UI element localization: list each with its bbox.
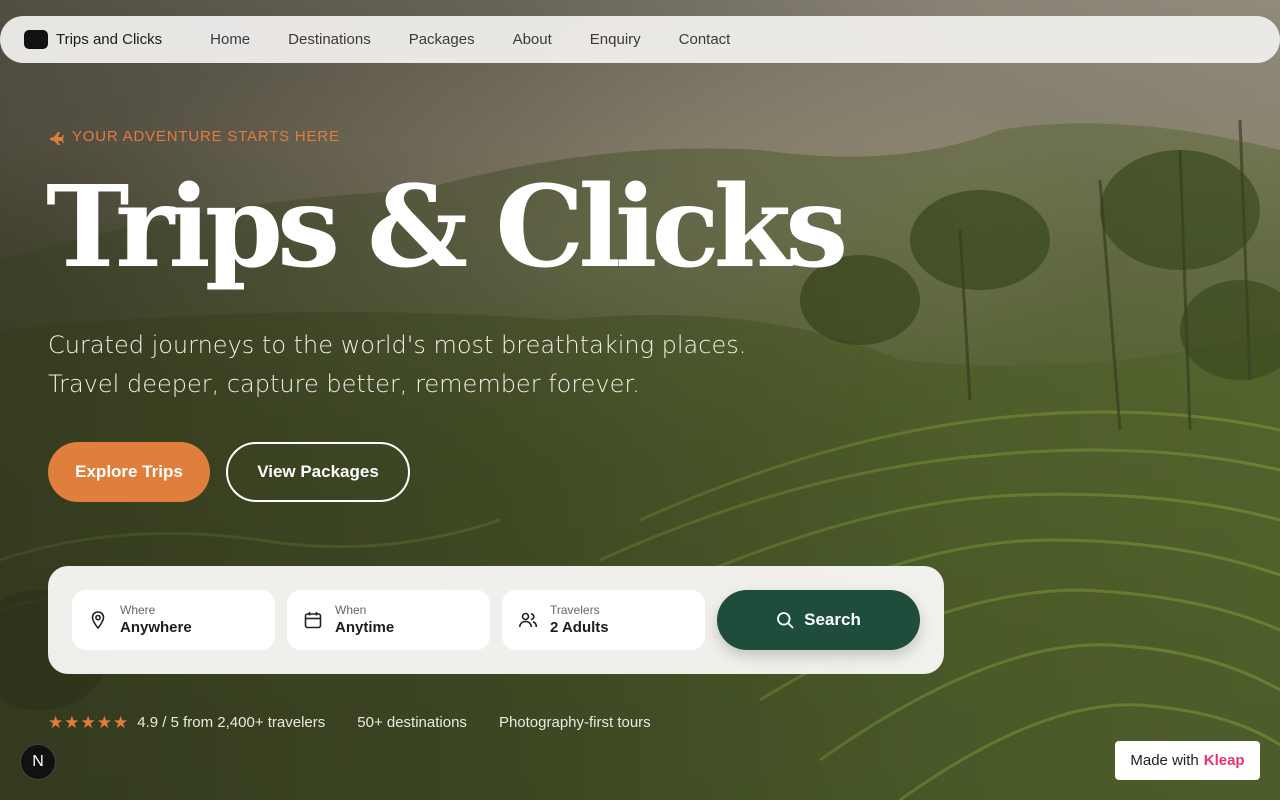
search-button-label: Search [804, 610, 861, 629]
users-icon [519, 612, 538, 628]
calendar-icon [304, 612, 322, 629]
hero-subtitle: Curated journeys to the world's most bre… [48, 326, 746, 404]
where-field[interactable]: Where Anywhere [72, 590, 275, 650]
nav-links: Home Destinations Packages About Enquiry… [210, 31, 768, 48]
made-with-brand: Kleap [1203, 752, 1245, 769]
hero-eyebrow: YOUR ADVENTURE STARTS HERE [48, 128, 340, 145]
nav-link-home[interactable]: Home [210, 31, 250, 48]
brand-name: Trips and Clicks [56, 31, 163, 48]
travelers-value: 2 Adults [550, 618, 609, 636]
star-icon: ★ [48, 713, 64, 732]
explore-trips-button[interactable]: Explore Trips [48, 442, 210, 502]
made-with-prefix: Made with [1130, 752, 1199, 769]
nav-link-about[interactable]: About [513, 31, 552, 48]
nav-link-enquiry[interactable]: Enquiry [590, 31, 641, 48]
hero-title: Trips & Clicks [46, 162, 848, 293]
rating-text: 4.9 / 5 from 2,400+ travelers [137, 714, 326, 731]
when-label: When [335, 602, 367, 617]
when-field[interactable]: When Anytime [287, 590, 490, 650]
made-with-kleap-badge[interactable]: Made with Kleap [1115, 741, 1260, 780]
star-icon: ★ [96, 713, 112, 732]
nav-link-destinations[interactable]: Destinations [288, 31, 371, 48]
n-badge-icon[interactable]: N [20, 744, 56, 780]
where-label: Where [120, 602, 156, 617]
search-panel: Where Anywhere When Anytime Travelers 2 … [48, 566, 944, 674]
where-value: Anywhere [120, 618, 192, 636]
travelers-field[interactable]: Travelers 2 Adults [502, 590, 705, 650]
when-value: Anytime [335, 618, 395, 636]
stats-row: ★ ★ ★ ★ ★ 4.9 / 5 from 2,400+ travelers … [48, 714, 683, 731]
nav-link-contact[interactable]: Contact [679, 31, 731, 48]
nav-link-packages[interactable]: Packages [409, 31, 475, 48]
hero-subtitle-line-1: Curated journeys to the world's most bre… [48, 331, 747, 359]
top-navbar: Trips and Clicks Home Destinations Packa… [0, 16, 1280, 63]
hero-subtitle-line-2: Travel deeper, capture better, remember … [48, 370, 640, 398]
search-icon [777, 612, 794, 629]
view-packages-button[interactable]: View Packages [226, 442, 410, 502]
star-icon: ★ [64, 713, 80, 732]
travelers-label: Travelers [550, 602, 600, 617]
destinations-count: 50+ destinations [357, 714, 467, 731]
search-button[interactable]: Search [717, 590, 920, 650]
star-icon: ★ [113, 713, 129, 732]
airplane-icon [50, 131, 64, 145]
brand-logo-icon [24, 30, 48, 49]
tours-note: Photography-first tours [498, 714, 651, 731]
map-pin-icon [91, 611, 105, 630]
star-icon: ★ [80, 713, 96, 732]
rating-stars: ★ ★ ★ ★ ★ [48, 714, 129, 731]
eyebrow-text: YOUR ADVENTURE STARTS HERE [72, 128, 340, 145]
brand[interactable]: Trips and Clicks [24, 30, 162, 49]
